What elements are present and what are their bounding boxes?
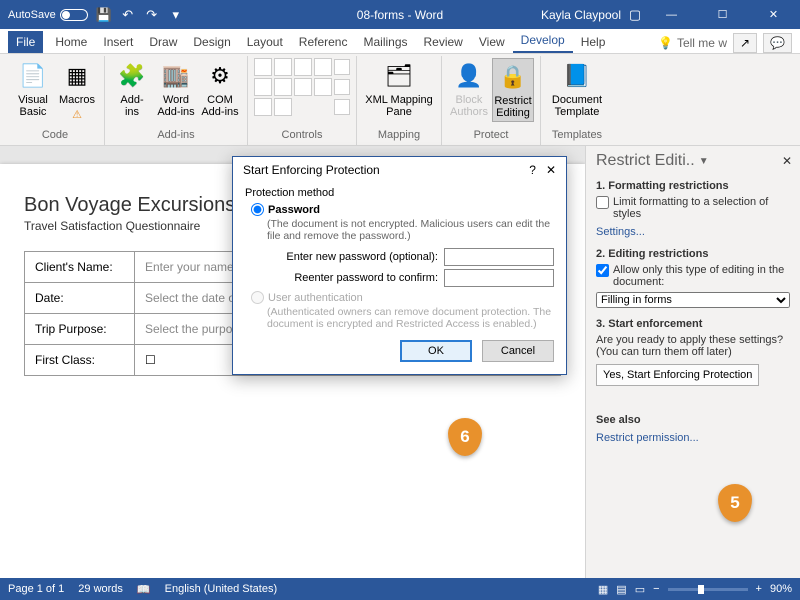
formatting-restrictions-heading: 1. Formatting restrictions bbox=[596, 180, 790, 192]
see-also-heading: See also bbox=[596, 414, 790, 426]
status-bar: Page 1 of 1 29 words 📖 English (United S… bbox=[0, 578, 800, 600]
group-controls: Controls bbox=[248, 56, 357, 145]
visual-basic-button[interactable]: 📄Visual Basic bbox=[12, 58, 54, 120]
group-button[interactable] bbox=[334, 98, 350, 116]
zoom-in-button[interactable]: + bbox=[756, 583, 762, 595]
dialog-help-button[interactable]: ? bbox=[529, 163, 536, 177]
word-addins-button[interactable]: 🏬Word Add-ins bbox=[155, 58, 197, 120]
group-templates: 📘Document Template Templates bbox=[541, 56, 613, 145]
allow-editing-checkbox[interactable]: Allow only this type of editing in the d… bbox=[596, 264, 790, 288]
web-layout-icon[interactable]: ▭ bbox=[635, 583, 645, 596]
pane-close-button[interactable]: ✕ bbox=[782, 154, 792, 168]
dialog-titlebar[interactable]: Start Enforcing Protection ? ✕ bbox=[233, 157, 566, 183]
tab-review[interactable]: Review bbox=[416, 31, 471, 53]
user-auth-hint: (Authenticated owners can remove documen… bbox=[267, 306, 554, 330]
ribbon: 📄Visual Basic ▦Macros⚠ Code 🧩Add- ins 🏬W… bbox=[0, 54, 800, 146]
zoom-level[interactable]: 90% bbox=[770, 583, 792, 595]
proofing-icon[interactable]: 📖 bbox=[137, 583, 151, 596]
document-template-icon: 📘 bbox=[561, 60, 593, 92]
tab-file[interactable]: File bbox=[8, 31, 43, 53]
ribbon-tabs: File Home Insert Draw Design Layout Refe… bbox=[0, 29, 800, 54]
word-addins-icon: 🏬 bbox=[160, 60, 192, 92]
cancel-button[interactable]: Cancel bbox=[482, 340, 554, 362]
user-auth-radio: User authentication bbox=[251, 291, 554, 304]
settings-link[interactable]: Settings... bbox=[596, 226, 790, 238]
read-mode-icon[interactable]: ▦ bbox=[598, 583, 608, 596]
close-button[interactable]: ✕ bbox=[751, 0, 796, 29]
tab-draw[interactable]: Draw bbox=[141, 31, 185, 53]
xml-mapping-icon: 🗂 bbox=[383, 60, 415, 92]
addins-icon: 🧩 bbox=[116, 60, 148, 92]
protection-method-label: Protection method bbox=[245, 187, 554, 199]
word-count[interactable]: 29 words bbox=[78, 583, 123, 595]
tab-layout[interactable]: Layout bbox=[239, 31, 291, 53]
tab-design[interactable]: Design bbox=[185, 31, 238, 53]
share-button[interactable]: ↗ bbox=[733, 33, 757, 53]
zoom-out-button[interactable]: − bbox=[653, 583, 659, 595]
controls-gallery[interactable] bbox=[254, 58, 332, 116]
save-icon[interactable]: 💾 bbox=[96, 7, 112, 23]
group-protect: 👤Block Authors 🔒Restrict Editing Protect bbox=[442, 56, 541, 145]
editing-restrictions-heading: 2. Editing restrictions bbox=[596, 248, 790, 260]
com-addins-icon: ⚙ bbox=[204, 60, 236, 92]
ok-button[interactable]: OK bbox=[400, 340, 472, 362]
maximize-button[interactable]: ☐ bbox=[700, 0, 745, 29]
restrict-editing-icon: 🔒 bbox=[497, 61, 529, 93]
undo-icon[interactable]: ↶ bbox=[120, 7, 136, 23]
xml-mapping-button[interactable]: 🗂XML Mapping Pane bbox=[363, 58, 435, 120]
start-enforcement-heading: 3. Start enforcement bbox=[596, 318, 790, 330]
redo-icon[interactable]: ↷ bbox=[144, 7, 160, 23]
minimize-button[interactable]: — bbox=[649, 0, 694, 29]
document-template-button[interactable]: 📘Document Template bbox=[547, 58, 607, 120]
macros-icon: ▦ bbox=[61, 60, 93, 92]
tab-references[interactable]: Referenc bbox=[291, 31, 356, 53]
ribbon-options-icon[interactable]: ▢ bbox=[627, 7, 643, 23]
block-authors-icon: 👤 bbox=[453, 60, 485, 92]
restrict-editing-pane: Restrict Editi.. ▼ ✕ 1. Formatting restr… bbox=[585, 146, 800, 578]
confirm-password-input[interactable] bbox=[444, 269, 554, 287]
macros-button[interactable]: ▦Macros⚠ bbox=[56, 58, 98, 123]
tab-help[interactable]: Help bbox=[573, 31, 614, 53]
tab-developer[interactable]: Develop bbox=[513, 29, 573, 53]
pane-title: Restrict Editi.. ▼ bbox=[596, 152, 790, 170]
dialog-close-button[interactable]: ✕ bbox=[546, 163, 556, 177]
zoom-slider[interactable] bbox=[668, 588, 748, 591]
limit-formatting-checkbox[interactable]: Limit formatting to a selection of style… bbox=[596, 196, 790, 220]
window-title: 08-forms - Word bbox=[357, 8, 443, 22]
group-code: 📄Visual Basic ▦Macros⚠ Code bbox=[6, 56, 105, 145]
addins-button[interactable]: 🧩Add- ins bbox=[111, 58, 153, 120]
properties-button[interactable] bbox=[334, 78, 350, 96]
tab-insert[interactable]: Insert bbox=[95, 31, 141, 53]
page-status[interactable]: Page 1 of 1 bbox=[8, 583, 64, 595]
autosave-toggle[interactable]: AutoSave bbox=[8, 9, 88, 21]
new-password-input[interactable] bbox=[444, 248, 554, 266]
enforcement-question: Are you ready to apply these settings? (… bbox=[596, 334, 790, 358]
start-enforcing-button[interactable]: Yes, Start Enforcing Protection bbox=[596, 364, 759, 386]
editing-type-select[interactable]: Filling in forms bbox=[596, 292, 790, 308]
visual-basic-icon: 📄 bbox=[17, 60, 49, 92]
qat-more-icon[interactable]: ▾ bbox=[168, 7, 184, 23]
restrict-permission-link[interactable]: Restrict permission... bbox=[596, 432, 790, 444]
tab-view[interactable]: View bbox=[471, 31, 513, 53]
password-radio[interactable]: Password bbox=[251, 203, 554, 216]
group-mapping: 🗂XML Mapping Pane Mapping bbox=[357, 56, 442, 145]
toggle-off-icon bbox=[60, 9, 88, 21]
tab-mailings[interactable]: Mailings bbox=[355, 31, 415, 53]
block-authors-button[interactable]: 👤Block Authors bbox=[448, 58, 490, 120]
restrict-editing-button[interactable]: 🔒Restrict Editing bbox=[492, 58, 534, 122]
start-enforcing-dialog: Start Enforcing Protection ? ✕ Protectio… bbox=[232, 156, 567, 375]
language-status[interactable]: English (United States) bbox=[165, 583, 278, 595]
titlebar: AutoSave 💾 ↶ ↷ ▾ 08-forms - Word Kayla C… bbox=[0, 0, 800, 29]
print-layout-icon[interactable]: ▤ bbox=[616, 583, 626, 596]
comments-button[interactable]: 💬 bbox=[763, 33, 792, 53]
user-name[interactable]: Kayla Claypool bbox=[541, 8, 621, 22]
group-addins: 🧩Add- ins 🏬Word Add-ins ⚙COM Add-ins Add… bbox=[105, 56, 248, 145]
tell-me-search[interactable]: 💡 Tell me w bbox=[658, 36, 727, 50]
design-mode-button[interactable] bbox=[334, 58, 350, 76]
tab-home[interactable]: Home bbox=[47, 31, 95, 53]
com-addins-button[interactable]: ⚙COM Add-ins bbox=[199, 58, 241, 120]
password-hint: (The document is not encrypted. Maliciou… bbox=[267, 218, 554, 242]
